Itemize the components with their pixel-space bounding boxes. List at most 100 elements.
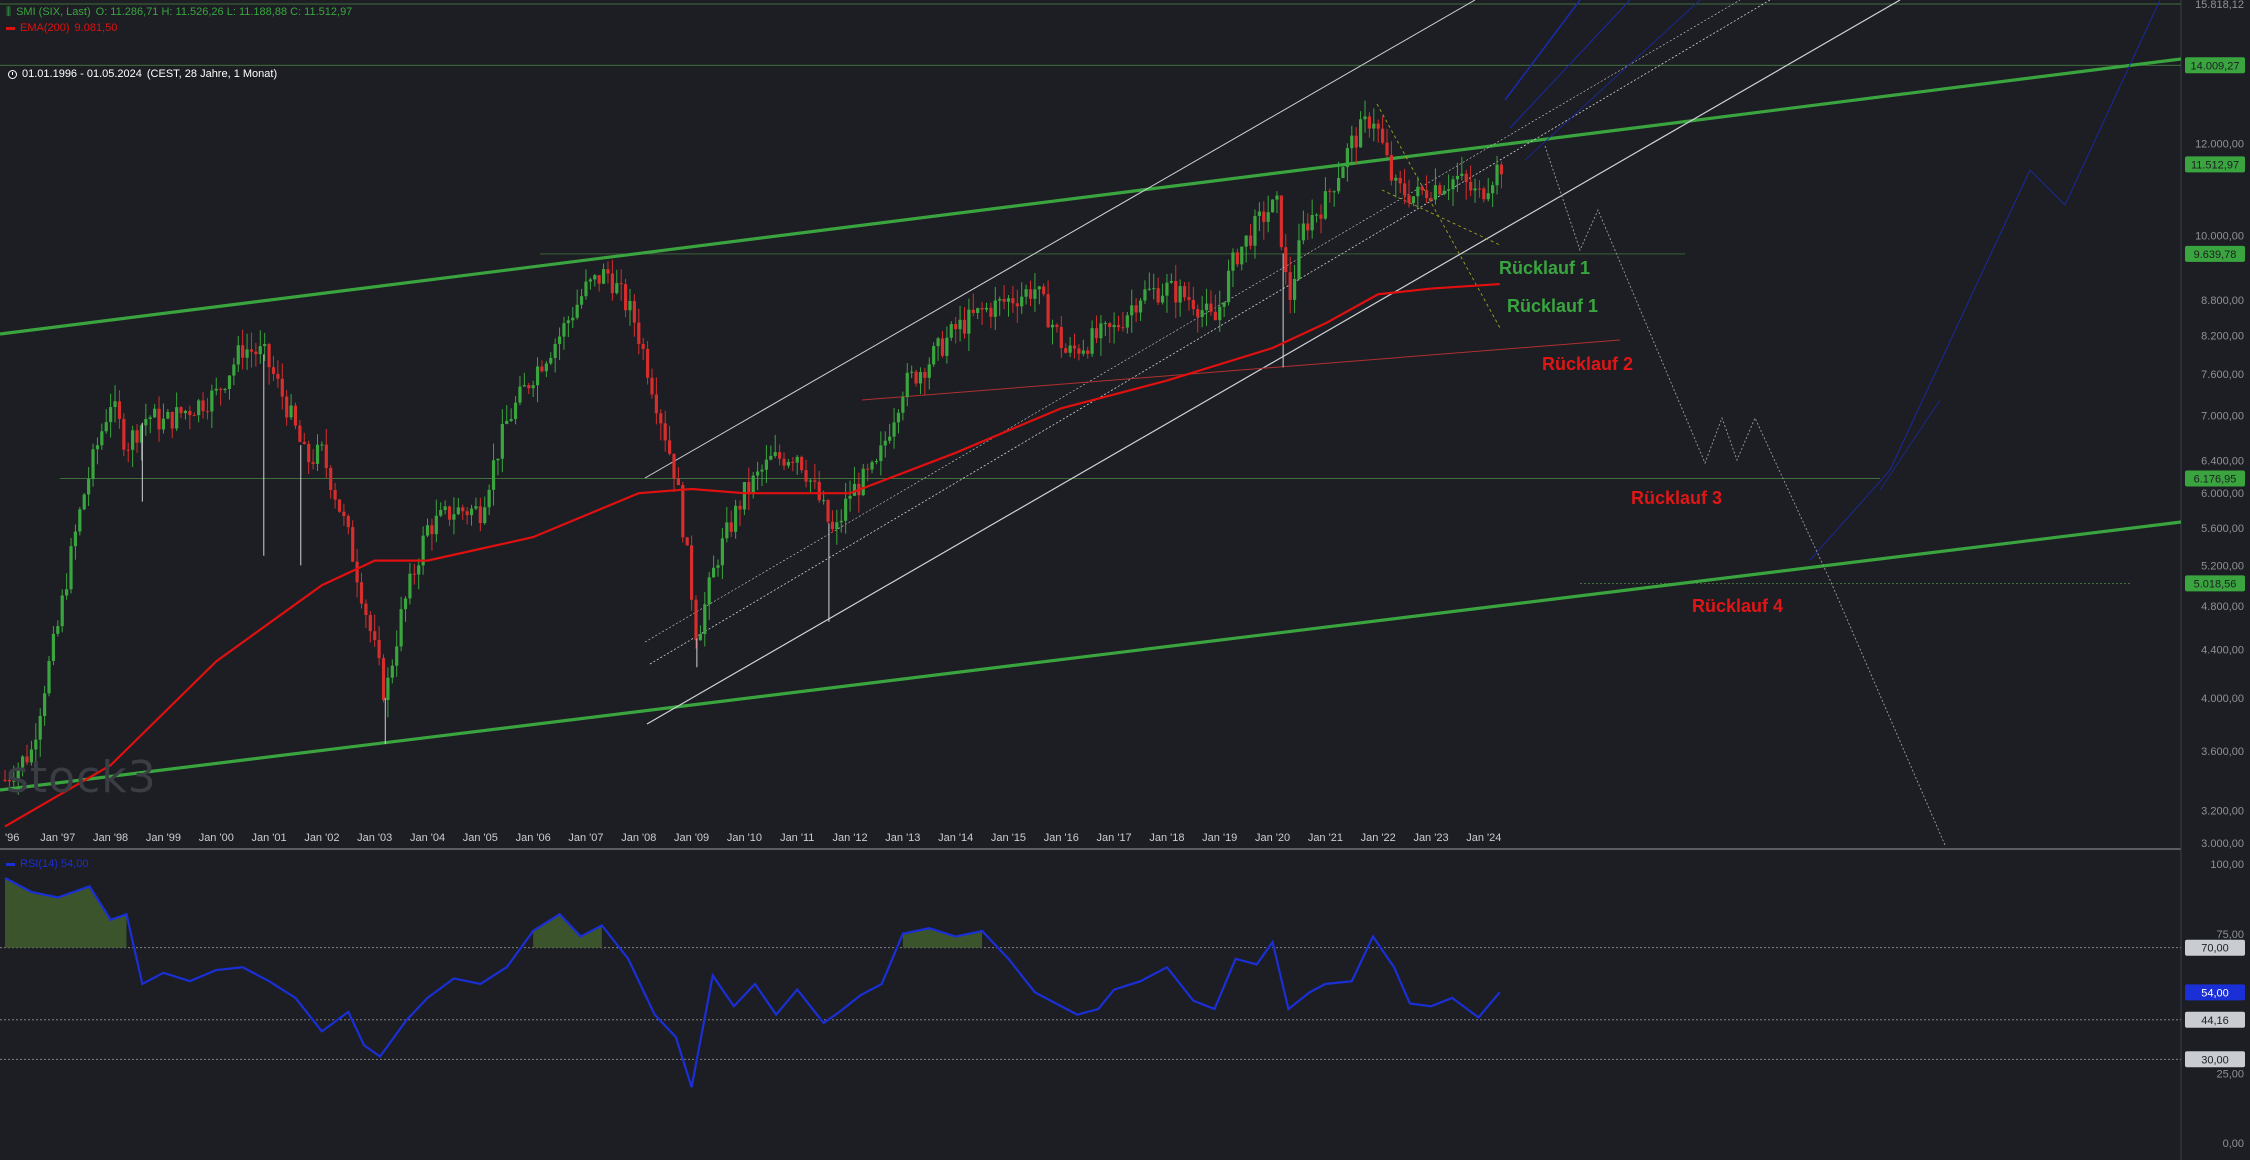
candle-body bbox=[122, 418, 126, 450]
candle-body bbox=[1314, 214, 1319, 216]
annotation-ruecklauf-1b[interactable]: Rücklauf 1 bbox=[1507, 296, 1598, 317]
candle-body bbox=[87, 478, 91, 495]
price-badge-label: 6.176,95 bbox=[2194, 474, 2237, 486]
rsi-label: RSI(14) 54,00 bbox=[20, 858, 89, 870]
candle-body bbox=[1147, 288, 1151, 290]
candle-body bbox=[562, 323, 566, 337]
candle-body bbox=[918, 372, 923, 384]
legend-instrument[interactable]: ⫼ SMI (SIX, Last) O: 11.286,71 H: 11.526… bbox=[6, 4, 352, 20]
candle-body bbox=[575, 304, 579, 318]
candle-body bbox=[914, 371, 918, 384]
candle-body bbox=[804, 470, 808, 482]
candle-body bbox=[113, 401, 117, 408]
rsi-tick-label: 75,00 bbox=[2216, 929, 2244, 941]
candle-body bbox=[628, 300, 632, 311]
date-range-info: (CEST, 28 Jahre, 1 Monat) bbox=[146, 68, 278, 80]
x-tick-label: Jan '18 bbox=[1149, 832, 1184, 844]
x-tick-label: Jan '13 bbox=[885, 832, 920, 844]
candle-body bbox=[43, 693, 47, 716]
candle-body bbox=[518, 386, 522, 403]
annotation-ruecklauf-3[interactable]: Rücklauf 3 bbox=[1631, 488, 1722, 509]
rsi-legend[interactable]: RSI(14) 54,00 bbox=[6, 856, 88, 872]
annotation-ruecklauf-4[interactable]: Rücklauf 4 bbox=[1692, 596, 1783, 617]
candle-body bbox=[571, 317, 575, 321]
candle-body bbox=[712, 567, 716, 578]
candle-body bbox=[936, 338, 940, 347]
candle-body bbox=[1068, 345, 1072, 353]
candle-body bbox=[535, 366, 540, 386]
candle-body bbox=[1345, 148, 1349, 168]
candle-body bbox=[355, 561, 359, 583]
candle-body bbox=[1191, 299, 1195, 310]
y-tick-label: 6.000,00 bbox=[2201, 488, 2244, 500]
y-tick-label: 12.000,00 bbox=[2195, 138, 2244, 150]
candle-body bbox=[1050, 324, 1055, 328]
candle-body bbox=[1372, 123, 1376, 129]
x-tick-label: Jan '15 bbox=[991, 832, 1026, 844]
candle-body bbox=[1491, 185, 1495, 194]
legend-ema[interactable]: EMA(200) 9.081,50 bbox=[6, 20, 352, 36]
y-tick-label: 10.000,00 bbox=[2195, 230, 2244, 242]
candle-body bbox=[346, 515, 350, 528]
candle-body bbox=[258, 346, 262, 355]
x-tick-label: Jan '21 bbox=[1308, 832, 1343, 844]
candle-body bbox=[764, 459, 769, 470]
candle-body bbox=[1341, 167, 1345, 179]
candle-body bbox=[447, 506, 452, 520]
candle-body bbox=[153, 408, 157, 418]
candle-body bbox=[645, 348, 650, 378]
candle-body bbox=[170, 411, 174, 429]
x-tick-label: Jan '06 bbox=[516, 832, 551, 844]
x-tick-label: Jan '24 bbox=[1466, 832, 1501, 844]
candle-body bbox=[1442, 190, 1446, 195]
candle-body bbox=[579, 296, 584, 305]
date-range[interactable]: 01.01.1996 - 01.05.2024 (CEST, 28 Jahre,… bbox=[8, 68, 277, 80]
candle-body bbox=[1086, 350, 1090, 354]
candle-body bbox=[1455, 175, 1460, 180]
y-tick-label: 3.000,00 bbox=[2201, 838, 2244, 850]
candle-body bbox=[69, 546, 73, 590]
candle-body bbox=[971, 309, 975, 313]
candle-body bbox=[276, 373, 280, 379]
candle-body bbox=[1270, 199, 1275, 213]
candle-body bbox=[901, 397, 905, 413]
candle-body bbox=[1363, 116, 1367, 120]
candle-body bbox=[1323, 191, 1327, 219]
annotation-ruecklauf-2[interactable]: Rücklauf 2 bbox=[1542, 354, 1633, 375]
x-tick-label: Jan '03 bbox=[357, 832, 392, 844]
candle-body bbox=[1367, 116, 1372, 129]
candle-body bbox=[1416, 186, 1420, 197]
candle-body bbox=[1187, 297, 1191, 300]
candle-body bbox=[1125, 315, 1129, 328]
rsi-level-badge-label: 54,00 bbox=[2201, 987, 2229, 999]
candle-body bbox=[738, 505, 742, 510]
candle-body bbox=[73, 531, 78, 547]
y-tick-label: 5.200,00 bbox=[2201, 560, 2244, 572]
y-tick-label: 4.000,00 bbox=[2201, 693, 2244, 705]
annotation-ruecklauf-1a[interactable]: Rücklauf 1 bbox=[1499, 258, 1590, 279]
candle-body bbox=[78, 509, 82, 532]
candle-body bbox=[47, 660, 51, 694]
candle-body bbox=[219, 388, 223, 390]
candle-body bbox=[553, 343, 557, 358]
candle-body bbox=[210, 390, 214, 412]
candle-body bbox=[1451, 179, 1455, 190]
candle-body bbox=[1042, 286, 1046, 295]
candle-body bbox=[1235, 252, 1239, 265]
candle-body bbox=[1077, 348, 1081, 354]
candle-body bbox=[1411, 196, 1416, 204]
candle-body bbox=[905, 372, 909, 398]
ema-label: EMA(200) bbox=[20, 22, 70, 34]
candle-body bbox=[619, 283, 623, 285]
x-tick-label: Jan '01 bbox=[252, 832, 287, 844]
candle-body bbox=[241, 345, 245, 358]
candle-body bbox=[461, 507, 465, 512]
candle-body bbox=[932, 346, 936, 365]
candle-body bbox=[1284, 247, 1288, 273]
candle-body bbox=[883, 440, 887, 446]
candle-body bbox=[412, 573, 416, 575]
candle-body bbox=[148, 417, 152, 419]
candle-body bbox=[381, 658, 386, 701]
candle-body bbox=[549, 357, 553, 364]
candle-body bbox=[439, 509, 443, 516]
